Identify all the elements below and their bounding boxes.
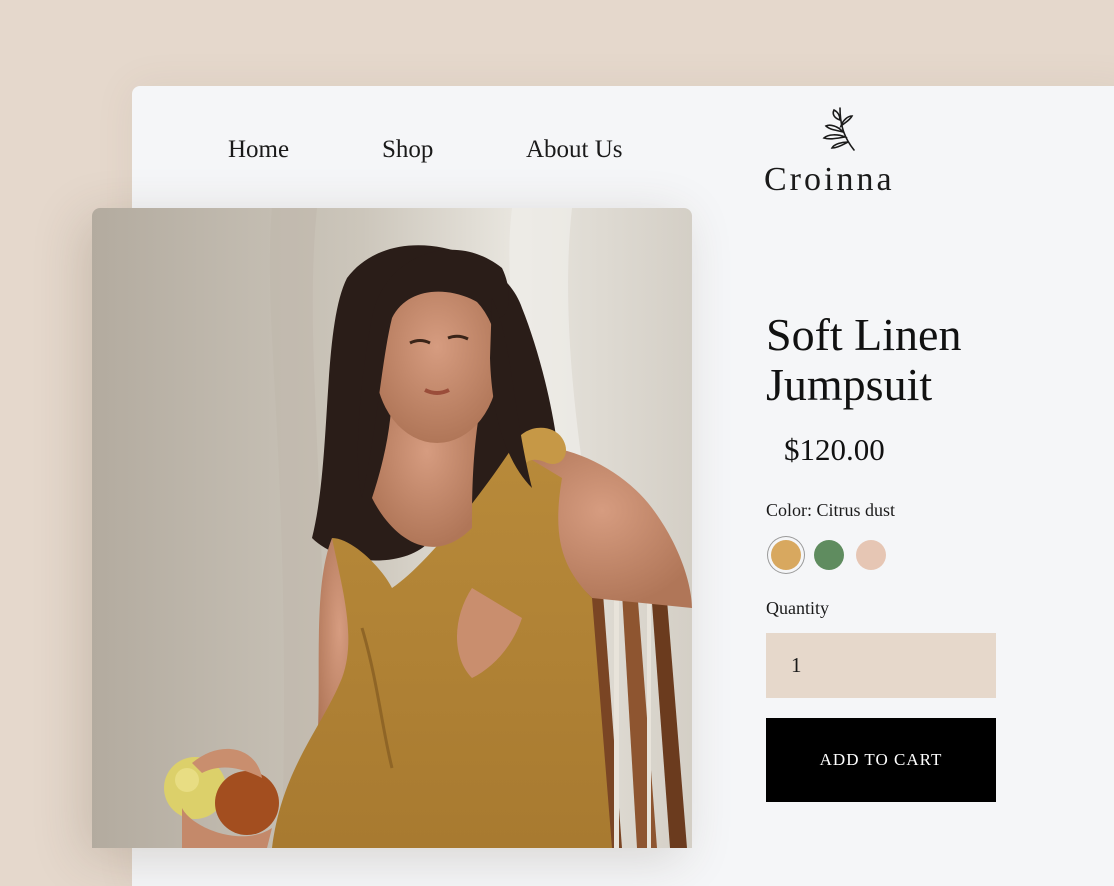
nav-item-about-us[interactable]: About Us: [526, 135, 623, 165]
product-price: $120.00: [784, 432, 885, 467]
color-swatch-green[interactable]: [814, 540, 844, 570]
leaf-sprig-icon: [822, 107, 855, 151]
product-title: Soft Linen Jumpsuit: [766, 309, 962, 410]
color-label: Color: Citrus dust: [766, 500, 896, 520]
nav-item-home[interactable]: Home: [228, 135, 289, 165]
brand-logo[interactable]: Croinna: [762, 104, 922, 200]
color-swatch-citrus-dust[interactable]: [771, 540, 801, 570]
nav-item-shop[interactable]: Shop: [382, 135, 433, 165]
quantity-label: Quantity: [766, 598, 829, 618]
color-swatch-blush[interactable]: [856, 540, 886, 570]
quantity-input[interactable]: [766, 633, 996, 698]
brand-name: Croinna: [764, 161, 895, 198]
product-photo: [92, 208, 692, 848]
add-to-cart-button[interactable]: ADD TO CART: [766, 718, 996, 802]
